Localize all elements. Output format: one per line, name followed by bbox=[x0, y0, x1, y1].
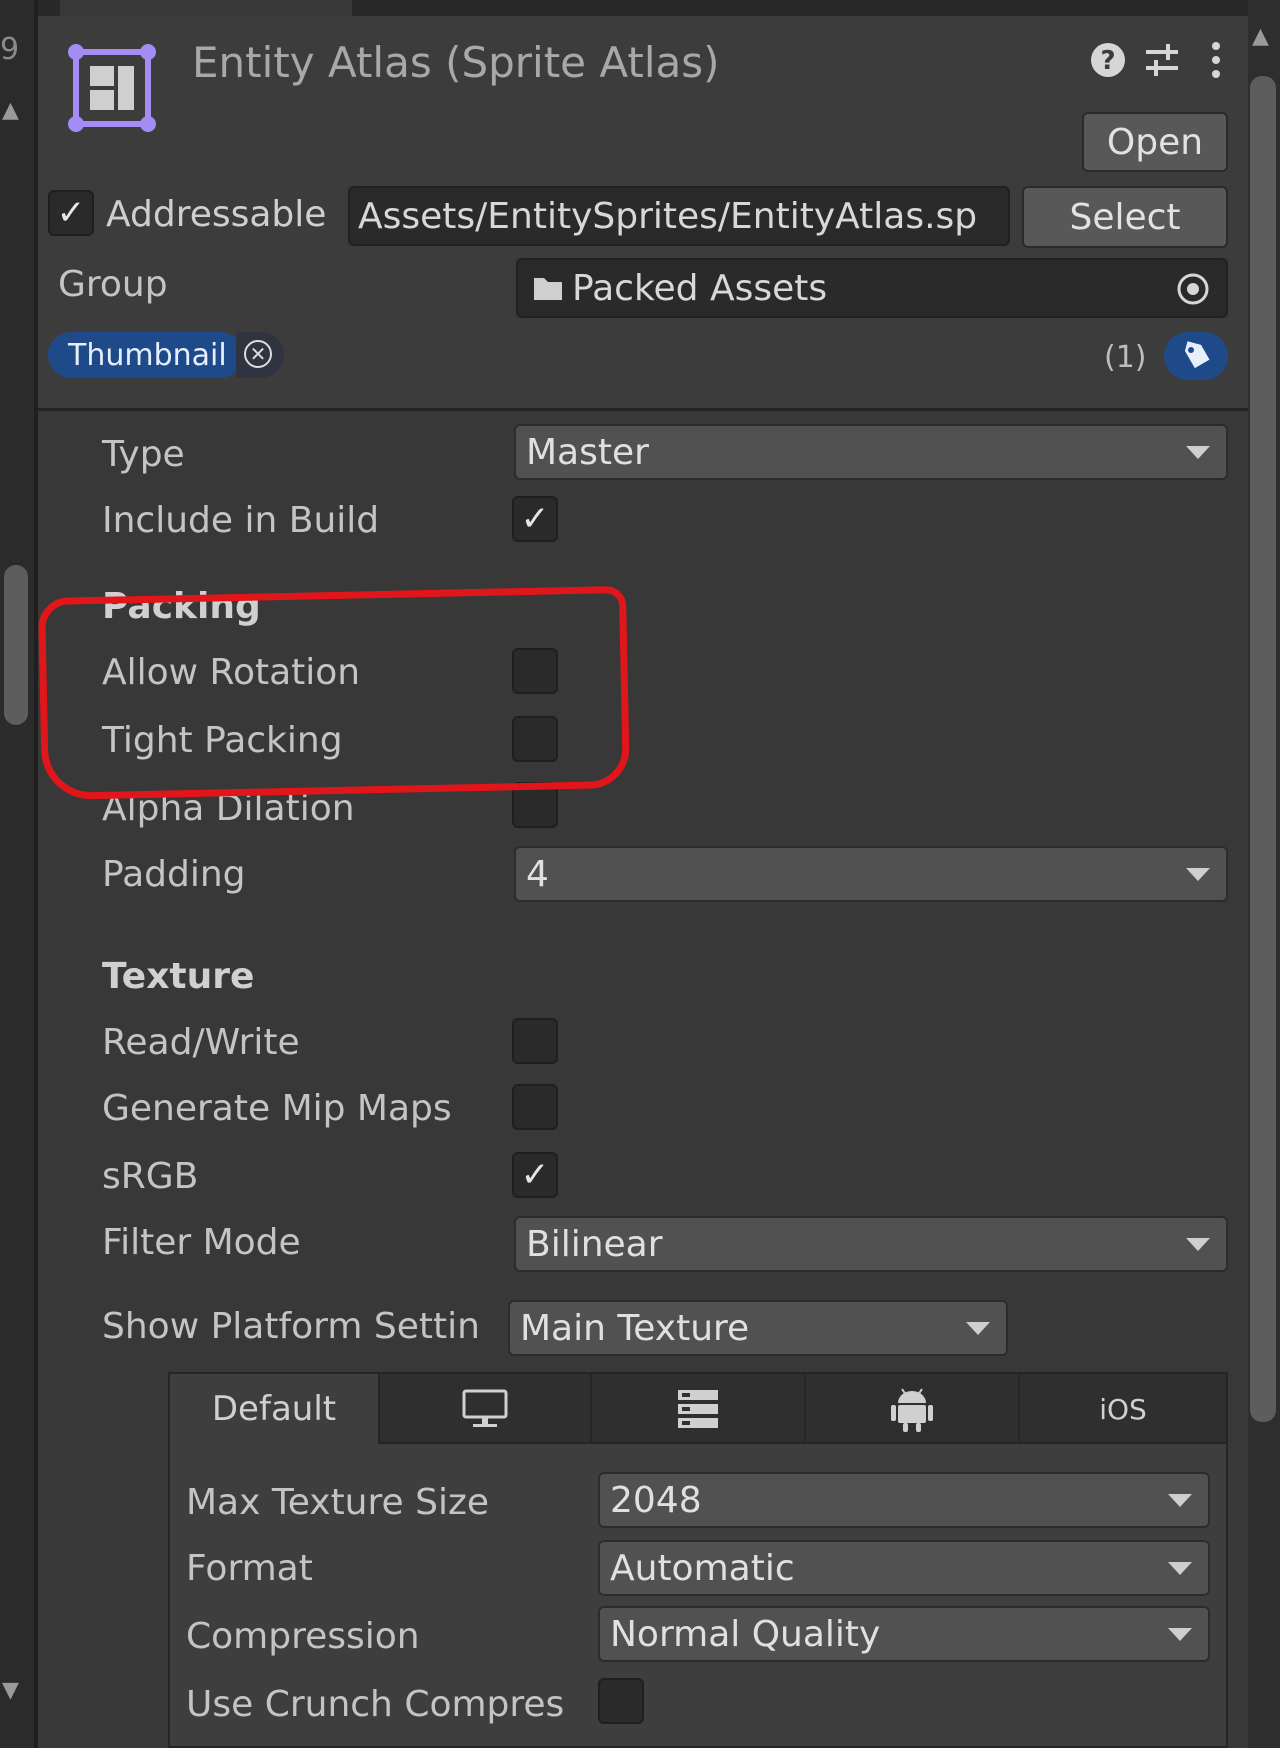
label-tag[interactable]: Thumbnail bbox=[48, 332, 243, 378]
inspector-scrollbar[interactable]: ▲ bbox=[1248, 0, 1280, 1748]
padding-dropdown[interactable]: 4 bbox=[514, 846, 1228, 902]
read-write-checkbox[interactable] bbox=[512, 1018, 558, 1064]
group-field[interactable]: Packed Assets bbox=[516, 258, 1228, 318]
addressable-checkbox[interactable]: ✓ bbox=[48, 190, 94, 236]
platform-settings-dropdown[interactable]: Main Texture bbox=[508, 1300, 1008, 1356]
scroll-up-arrow-icon[interactable]: ▲ bbox=[2, 98, 19, 123]
label-count: (1) bbox=[1104, 340, 1147, 375]
dropdown-arrow-icon bbox=[1168, 1628, 1192, 1641]
addressable-path-field[interactable]: Assets/EntitySprites/EntityAtlas.sp bbox=[348, 186, 1010, 246]
compression-label: Compression bbox=[186, 1616, 420, 1657]
type-dropdown[interactable]: Master bbox=[514, 424, 1228, 480]
dropdown-arrow-icon bbox=[1186, 868, 1210, 881]
tab-ios-label: iOS bbox=[1099, 1392, 1147, 1426]
dropdown-arrow-icon bbox=[1168, 1562, 1192, 1575]
read-write-label: Read/Write bbox=[102, 1022, 300, 1063]
generate-mip-maps-checkbox[interactable] bbox=[512, 1084, 558, 1130]
padding-label: Padding bbox=[102, 854, 246, 895]
include-in-build-checkbox[interactable]: ✓ bbox=[512, 496, 558, 542]
inspector-scroll-thumb[interactable] bbox=[1250, 76, 1276, 1422]
filter-mode-label: Filter Mode bbox=[102, 1222, 301, 1263]
platform-tabs-underline bbox=[378, 1442, 1226, 1444]
monitor-icon bbox=[462, 1389, 508, 1427]
kebab-menu-icon[interactable] bbox=[1204, 40, 1228, 80]
dropdown-arrow-icon bbox=[1168, 1494, 1192, 1507]
left-panel-clipped-text: 9 bbox=[0, 32, 20, 67]
filter-mode-value: Bilinear bbox=[526, 1223, 663, 1265]
filter-mode-dropdown[interactable]: Bilinear bbox=[514, 1216, 1228, 1272]
android-icon bbox=[891, 1388, 933, 1432]
srgb-checkbox[interactable]: ✓ bbox=[512, 1152, 558, 1198]
compression-dropdown[interactable]: Normal Quality bbox=[598, 1606, 1210, 1662]
tab-default-label: Default bbox=[211, 1389, 337, 1429]
open-button[interactable]: Open bbox=[1082, 112, 1228, 172]
server-icon bbox=[678, 1390, 718, 1428]
dropdown-arrow-icon bbox=[966, 1322, 990, 1335]
svg-text:?: ? bbox=[1100, 46, 1115, 76]
dropdown-arrow-icon bbox=[1186, 446, 1210, 459]
labels-button[interactable] bbox=[1164, 332, 1228, 380]
srgb-label: sRGB bbox=[102, 1156, 199, 1197]
padding-value: 4 bbox=[526, 853, 549, 895]
tag-icon bbox=[1184, 341, 1210, 369]
tab-standalone[interactable] bbox=[380, 1374, 592, 1444]
asset-title: Entity Atlas (Sprite Atlas) bbox=[192, 38, 720, 87]
group-label: Group bbox=[58, 264, 168, 305]
header-divider bbox=[38, 408, 1248, 411]
tab-server[interactable] bbox=[592, 1374, 806, 1444]
format-dropdown[interactable]: Automatic bbox=[598, 1540, 1210, 1596]
remove-tag-icon[interactable]: ✕ bbox=[244, 340, 272, 368]
platform-settings-value: Main Texture bbox=[520, 1307, 750, 1349]
scroll-down-arrow-icon[interactable]: ▼ bbox=[2, 1678, 19, 1703]
format-label: Format bbox=[186, 1548, 313, 1589]
left-panel-scrollbar[interactable]: 9 ▲ ▼ bbox=[0, 0, 34, 1748]
format-value: Automatic bbox=[610, 1547, 795, 1589]
tab-default[interactable]: Default bbox=[170, 1374, 380, 1444]
max-texture-size-value: 2048 bbox=[610, 1479, 702, 1521]
max-texture-size-dropdown[interactable]: 2048 bbox=[598, 1472, 1210, 1528]
group-value: Packed Assets bbox=[572, 267, 828, 309]
tab-android[interactable] bbox=[806, 1374, 1020, 1444]
max-texture-size-label: Max Texture Size bbox=[186, 1482, 489, 1523]
red-highlight-annotation bbox=[37, 585, 631, 801]
texture-heading: Texture bbox=[102, 956, 255, 997]
use-crunch-compression-label: Use Crunch Compres bbox=[186, 1684, 565, 1725]
sliders-icon[interactable] bbox=[1142, 40, 1182, 80]
show-platform-settings-label: Show Platform Settin bbox=[102, 1306, 480, 1347]
tab-ios[interactable]: iOS bbox=[1020, 1374, 1226, 1444]
type-value: Master bbox=[526, 431, 649, 473]
sprite-atlas-icon bbox=[68, 44, 156, 132]
generate-mip-maps-label: Generate Mip Maps bbox=[102, 1088, 452, 1129]
tab-inspector[interactable] bbox=[60, 0, 352, 16]
folder-icon bbox=[534, 278, 562, 300]
scroll-up-arrow-icon[interactable]: ▲ bbox=[1252, 24, 1269, 49]
left-scroll-thumb[interactable] bbox=[4, 565, 28, 725]
select-button[interactable]: Select bbox=[1022, 186, 1228, 248]
addressable-label: Addressable bbox=[106, 194, 327, 235]
compression-value: Normal Quality bbox=[610, 1613, 881, 1655]
type-label: Type bbox=[102, 434, 185, 475]
help-icon[interactable]: ? bbox=[1088, 40, 1128, 80]
dropdown-arrow-icon bbox=[1186, 1238, 1210, 1251]
use-crunch-compression-checkbox[interactable] bbox=[598, 1678, 644, 1724]
include-in-build-label: Include in Build bbox=[102, 500, 380, 541]
object-picker-icon[interactable] bbox=[1176, 272, 1210, 306]
